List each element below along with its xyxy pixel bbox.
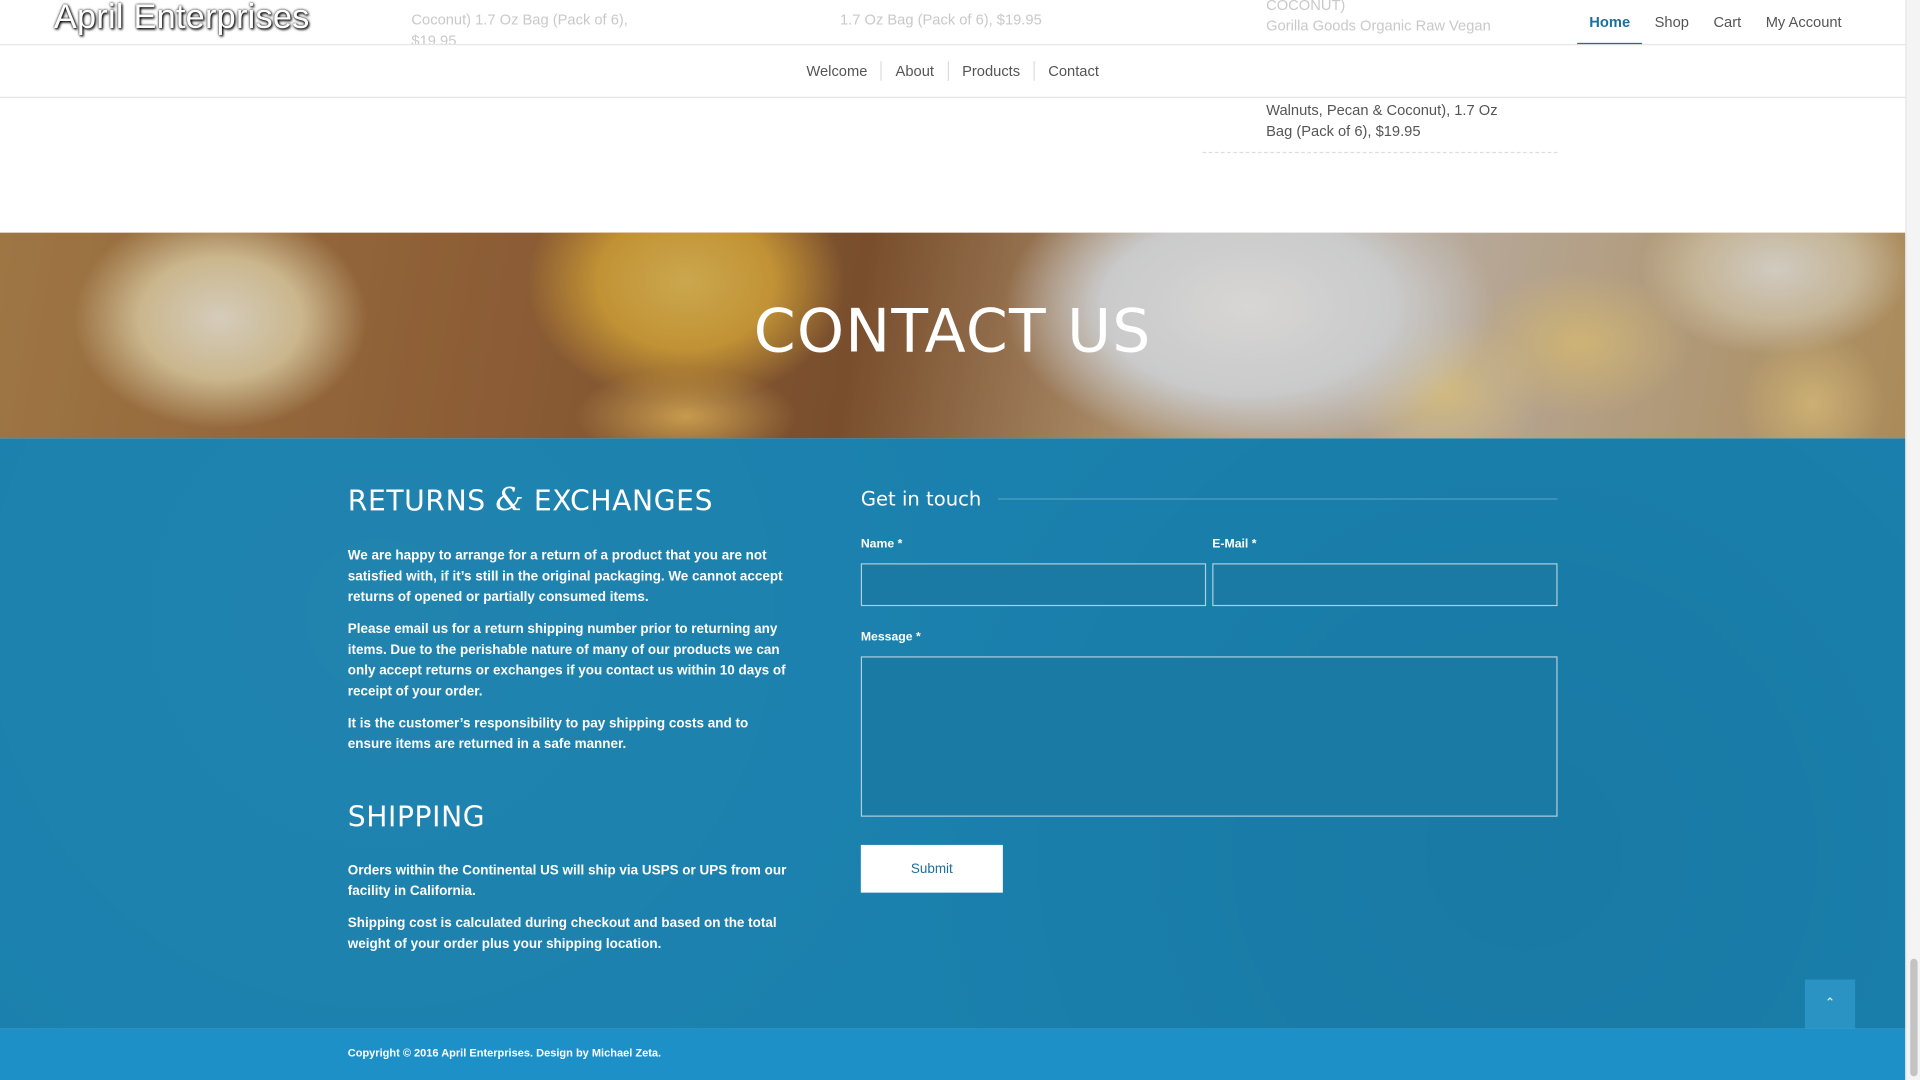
email-label: E-Mail * (1212, 537, 1257, 552)
product-divider (1202, 151, 1558, 154)
returns-paragraph: Please email us for a return shipping nu… (347, 622, 786, 700)
ghost-product-right-sub: Gorilla Goods Organic Raw Vegan (1266, 17, 1491, 35)
main-nav-cart[interactable]: Cart (1701, 0, 1753, 44)
ghost-product-middle: 1.7 Oz Bag (Pack of 6), $19.95 (840, 11, 1042, 29)
scroll-to-top-button[interactable]: ⌃ (1804, 979, 1856, 1029)
returns-heading-text-2: EXCHANGES (524, 486, 714, 518)
sub-nav: Welcome About Products Contact (0, 45, 1906, 98)
page: Coconut) 1.7 Oz Bag (Pack of 6), $19.95 … (0, 0, 1920, 1080)
scrollbar-thumb[interactable] (1910, 958, 1918, 1077)
ghost-product-left: Coconut) 1.7 Oz Bag (Pack of 6), $19.95 (411, 11, 628, 46)
submit-button[interactable]: Submit (860, 844, 1003, 893)
ghost-product-right-title: COCONUT) (1266, 0, 1346, 14)
policies-column: RETURNS & EXCHANGES We are happy to arra… (348, 482, 795, 966)
site-footer: Copyright © 2016 April Enterprises. Desi… (0, 1028, 1906, 1080)
returns-heading-ampersand: & (495, 482, 525, 520)
form-heading: Get in touch (860, 487, 982, 511)
sub-nav-welcome[interactable]: Welcome (793, 61, 881, 81)
sub-nav-products[interactable]: Products (947, 61, 1033, 81)
site-logo[interactable]: April Enterprises (54, 0, 310, 37)
returns-paragraph: It is the customer’s responsibility to p… (347, 716, 749, 752)
chevron-up-icon: ⌃ (1824, 996, 1836, 1011)
form-heading-divider (998, 498, 1558, 500)
returns-heading: RETURNS & EXCHANGES (348, 482, 795, 519)
shipping-heading: SHIPPING (347, 802, 486, 834)
contact-hero-banner: CONTACT US (0, 232, 1906, 439)
contact-section: RETURNS & EXCHANGES We are happy to arra… (0, 438, 1906, 1029)
site-header: Coconut) 1.7 Oz Bag (Pack of 6), $19.95 … (0, 0, 1906, 46)
product-description: Walnuts, Pecan & Coconut), 1.7 Oz Bag (P… (1266, 101, 1498, 140)
message-label: Message * (860, 630, 921, 645)
main-nav: Home Shop Cart My Account (1577, 0, 1854, 45)
sub-nav-about[interactable]: About (880, 61, 948, 81)
name-label: Name * (860, 537, 903, 552)
sub-nav-contact[interactable]: Contact (1033, 61, 1113, 81)
name-field[interactable] (860, 563, 1207, 607)
returns-paragraph: We are happy to arrange for a return of … (347, 548, 783, 605)
returns-heading-text: RETURNS (347, 486, 496, 518)
main-nav-shop[interactable]: Shop (1642, 0, 1701, 44)
form-heading-row: Get in touch (860, 487, 1558, 511)
shipping-paragraph: Orders within the Continental US will sh… (347, 863, 787, 899)
hero-title: CONTACT US (753, 296, 1152, 367)
scrollbar[interactable] (1905, 0, 1920, 1080)
message-field[interactable] (860, 656, 1558, 817)
main-nav-my-account[interactable]: My Account (1753, 0, 1853, 44)
copyright-text: Copyright © 2016 April Enterprises. Desi… (347, 1046, 662, 1060)
main-nav-home[interactable]: Home (1577, 0, 1643, 45)
email-field[interactable] (1212, 563, 1558, 607)
shipping-paragraph: Shipping cost is calculated during check… (347, 915, 777, 952)
contact-form: Get in touch Name * E-Mail * Message * S… (860, 487, 1558, 893)
